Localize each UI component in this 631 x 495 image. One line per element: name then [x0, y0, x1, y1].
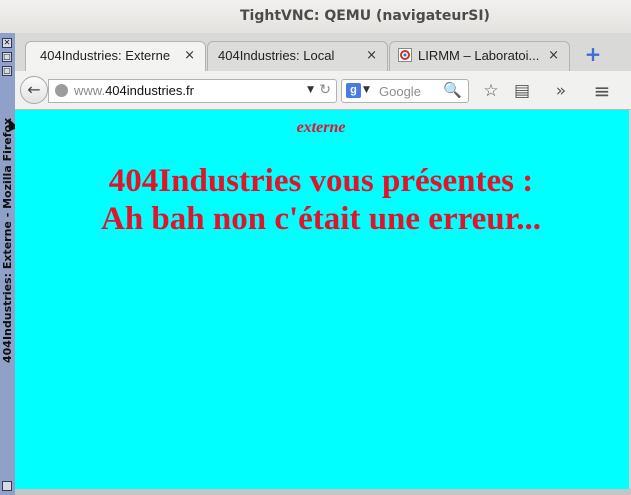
status-strip	[15, 489, 631, 495]
browser-chrome: 404Industries: Externe × 404Industries: …	[15, 33, 631, 110]
vnc-titlebar[interactable]: TightVNC: QEMU (navigateurSI)	[0, 0, 631, 34]
globe-icon	[55, 84, 68, 97]
tab-close-icon[interactable]: ×	[548, 48, 559, 63]
tab-label: 404Industries: Externe	[40, 48, 171, 63]
heading-line-2: Ah bah non c'était une erreur...	[100, 201, 542, 237]
reading-list-icon[interactable]: ▤	[511, 80, 533, 102]
tab-strip: 404Industries: Externe × 404Industries: …	[15, 33, 631, 71]
inner-window-side-frame[interactable]: ✕ □ ▢ 404Industries: Externe - Mozilla F…	[0, 33, 16, 495]
tab-close-icon[interactable]: ×	[184, 48, 195, 63]
search-input[interactable]: Google	[379, 84, 421, 99]
tab-404industries-local[interactable]: 404Industries: Local ×	[207, 41, 388, 71]
url-history-dropdown-icon[interactable]: ▼	[307, 85, 314, 95]
vnc-window-title: TightVNC: QEMU (navigateurSI)	[240, 8, 490, 24]
url-text[interactable]: www.404industries.fr	[74, 83, 194, 98]
page-content: externe 404Industries vous présentes : A…	[15, 110, 629, 490]
inner-window-title: 404Industries: Externe - Mozilla Firefox	[1, 117, 14, 363]
tab-404industries-externe[interactable]: 404Industries: Externe ×	[25, 41, 206, 71]
page-heading: 404Industries vous présentes : Ah bah no…	[15, 162, 627, 238]
close-window-button[interactable]: ✕	[2, 38, 12, 48]
resize-handle[interactable]	[2, 481, 12, 491]
minimize-window-button[interactable]: □	[2, 52, 12, 62]
back-button[interactable]: ←	[20, 76, 48, 104]
google-engine-icon[interactable]: g	[346, 83, 361, 98]
bookmark-star-icon[interactable]: ☆	[480, 80, 502, 102]
hamburger-menu-icon[interactable]: ≡	[591, 80, 613, 102]
url-domain: 404industries.fr	[105, 83, 194, 98]
new-tab-button[interactable]: +	[580, 43, 606, 67]
search-bar[interactable]: g ▼ Google 🔍	[341, 79, 469, 103]
tab-label: LIRMM – Laboratoi...	[418, 48, 540, 63]
screen: TightVNC: QEMU (navigateurSI) ✕ □ ▢ 404I…	[0, 0, 631, 495]
url-bar[interactable]: www.404industries.fr ▼ ↻	[48, 79, 337, 103]
url-prefix: www.	[74, 83, 106, 98]
tab-lirmm[interactable]: LIRMM – Laboratoi... ×	[389, 41, 570, 71]
lirmm-favicon-icon	[398, 48, 412, 62]
tab-label: 404Industries: Local	[218, 48, 335, 63]
tab-close-icon[interactable]: ×	[366, 48, 377, 63]
maximize-window-button[interactable]: ▢	[2, 66, 12, 76]
navigation-toolbar: ← www.404industries.fr ▼ ↻ g ▼ Google 🔍 …	[15, 71, 631, 110]
search-engine-dropdown-icon[interactable]: ▼	[363, 85, 370, 95]
search-icon[interactable]: 🔍	[443, 81, 462, 99]
overflow-chevron-icon[interactable]: »	[550, 80, 572, 102]
page-subtitle: externe	[296, 119, 346, 136]
reload-icon[interactable]: ↻	[319, 82, 331, 98]
heading-line-1: 404Industries vous présentes :	[108, 163, 534, 199]
